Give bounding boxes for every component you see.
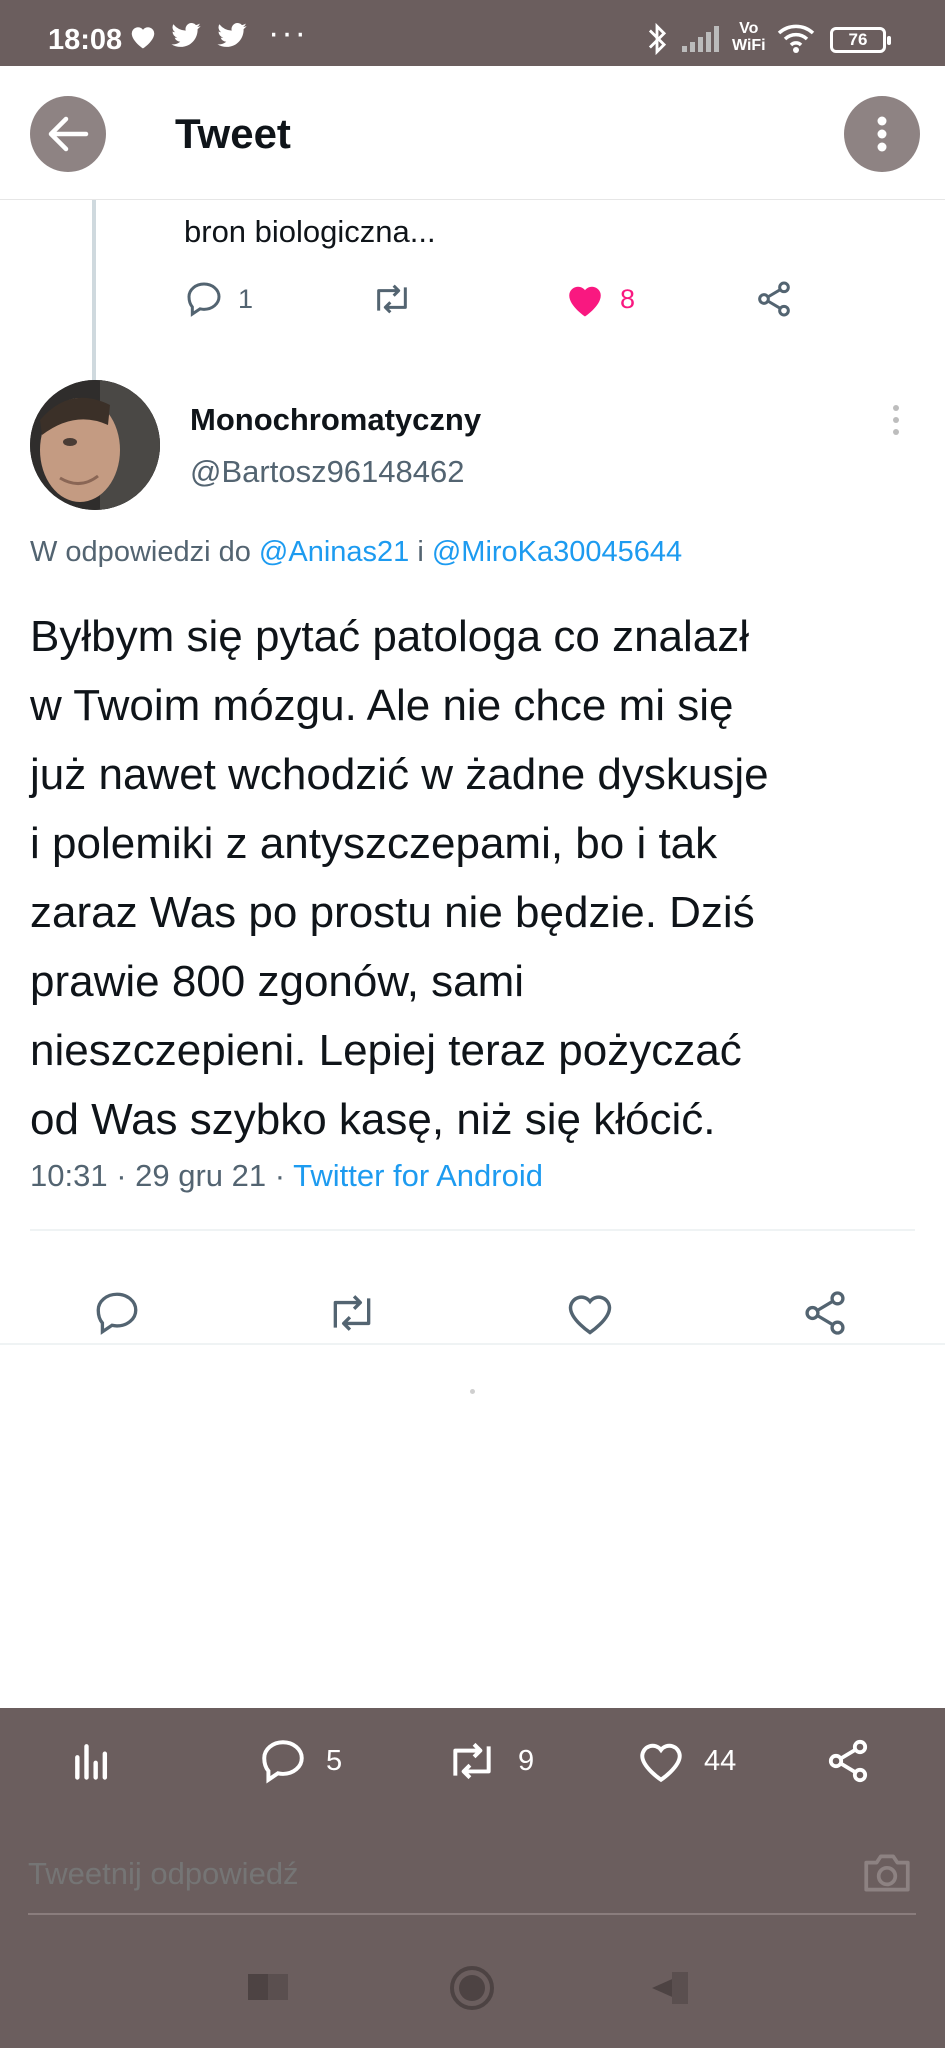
share-button[interactable] bbox=[824, 1736, 872, 1786]
divider bbox=[0, 1343, 945, 1345]
home-button[interactable] bbox=[448, 1964, 496, 2017]
tweet-source-link[interactable]: Twitter for Android bbox=[293, 1158, 543, 1193]
heart-status-icon bbox=[128, 22, 158, 55]
reply-prefix: W odpowiedzi do bbox=[30, 536, 259, 568]
retweet-button[interactable] bbox=[324, 1288, 380, 1338]
previous-tweet-actions: 1 8 bbox=[184, 274, 804, 334]
camera-icon bbox=[864, 1854, 910, 1892]
share-icon bbox=[758, 281, 790, 317]
previous-tweet-text: bron biologiczna... bbox=[184, 214, 436, 249]
twitter-status-icon bbox=[170, 22, 202, 55]
page-title: Tweet bbox=[175, 110, 291, 157]
tweet-meta: 10:31 · 29 gru 21 · Twitter for Android bbox=[30, 1158, 543, 1194]
home-icon bbox=[450, 1966, 494, 2010]
retweet-button[interactable] bbox=[370, 274, 414, 324]
likes-count: 44 bbox=[704, 1744, 737, 1777]
author-avatar[interactable] bbox=[30, 380, 160, 510]
signal-icon bbox=[680, 22, 724, 59]
vowifi-indicator: Vo WiFi bbox=[732, 20, 766, 54]
mention-link[interactable]: @MiroKa30045644 bbox=[432, 536, 682, 568]
replies-count: 5 bbox=[326, 1744, 343, 1777]
arrow-left-icon bbox=[48, 116, 89, 152]
heart-icon bbox=[568, 1295, 612, 1335]
loading-dot bbox=[470, 1389, 475, 1394]
reply-button[interactable] bbox=[92, 1288, 142, 1338]
reply-composer bbox=[0, 1818, 945, 1930]
tweet-menu-button[interactable] bbox=[890, 402, 902, 443]
heart-icon bbox=[640, 1743, 682, 1783]
retweets-stat[interactable]: 9 bbox=[444, 1736, 534, 1786]
analytics-button[interactable] bbox=[70, 1736, 114, 1786]
recents-button[interactable] bbox=[244, 1968, 292, 2009]
engagement-bar: 5 9 44 bbox=[0, 1708, 945, 1818]
heart-filled-icon bbox=[569, 286, 601, 317]
replies-stat[interactable]: 5 bbox=[258, 1736, 342, 1786]
top-bar: Tweet bbox=[0, 66, 945, 200]
back-triangle-icon bbox=[652, 1972, 688, 2004]
reply-context: W odpowiedzi do @Aninas21 i @MiroKa30045… bbox=[30, 536, 682, 569]
avatar-image bbox=[30, 380, 160, 510]
mention-link[interactable]: @Aninas21 bbox=[259, 536, 409, 568]
divider bbox=[30, 1229, 915, 1231]
retweet-icon bbox=[453, 1742, 491, 1780]
reply-input[interactable] bbox=[28, 1852, 788, 1896]
more-vertical-icon bbox=[893, 405, 899, 435]
status-time: 18:08 bbox=[48, 24, 123, 56]
reply-icon bbox=[187, 282, 221, 317]
like-button[interactable]: 8 bbox=[564, 274, 635, 324]
reply-icon bbox=[96, 1292, 138, 1335]
wifi-icon bbox=[776, 22, 816, 59]
tweet-actions bbox=[0, 1268, 945, 1368]
status-bar: 18:08 ··· Vo WiFi 76 bbox=[0, 0, 945, 66]
reply-button[interactable]: 1 bbox=[184, 274, 253, 324]
bluetooth-icon bbox=[645, 22, 669, 61]
share-button[interactable] bbox=[754, 274, 794, 324]
like-button[interactable] bbox=[564, 1288, 616, 1338]
retweet-icon bbox=[333, 1295, 371, 1331]
battery-indicator: 76 bbox=[830, 27, 891, 53]
reply-icon bbox=[262, 1740, 304, 1784]
back-button[interactable] bbox=[30, 96, 106, 172]
divider bbox=[28, 1913, 916, 1915]
twitter-status-icon bbox=[216, 22, 248, 55]
tweet-timestamp: 10:31 · 29 gru 21 · bbox=[30, 1158, 294, 1193]
tweet-page: Tweet bron biologiczna... 1 8 Monochroma… bbox=[0, 66, 945, 1708]
likes-stat[interactable]: 44 bbox=[636, 1736, 736, 1786]
tweet-text: Byłbym się pytać patologa co znalazł w T… bbox=[30, 612, 769, 1144]
back-nav-button[interactable] bbox=[648, 1968, 696, 2013]
more-notifications-icon: ··· bbox=[268, 14, 308, 52]
author-name[interactable]: Monochromatyczny bbox=[190, 402, 481, 438]
author-handle[interactable]: @Bartosz96148462 bbox=[190, 454, 465, 490]
share-icon bbox=[805, 1291, 845, 1335]
system-nav-bar bbox=[0, 1930, 945, 2048]
more-vertical-icon bbox=[877, 116, 887, 152]
retweets-count: 9 bbox=[518, 1744, 535, 1777]
reply-count: 1 bbox=[238, 283, 254, 314]
retweet-icon bbox=[377, 284, 407, 314]
share-button[interactable] bbox=[800, 1288, 850, 1338]
recents-icon bbox=[248, 1974, 288, 2000]
share-icon bbox=[828, 1739, 868, 1783]
reply-joiner: i bbox=[409, 536, 432, 568]
like-count: 8 bbox=[620, 283, 636, 314]
camera-button[interactable] bbox=[860, 1848, 914, 1903]
analytics-icon bbox=[75, 1744, 108, 1780]
more-options-button[interactable] bbox=[844, 96, 920, 172]
